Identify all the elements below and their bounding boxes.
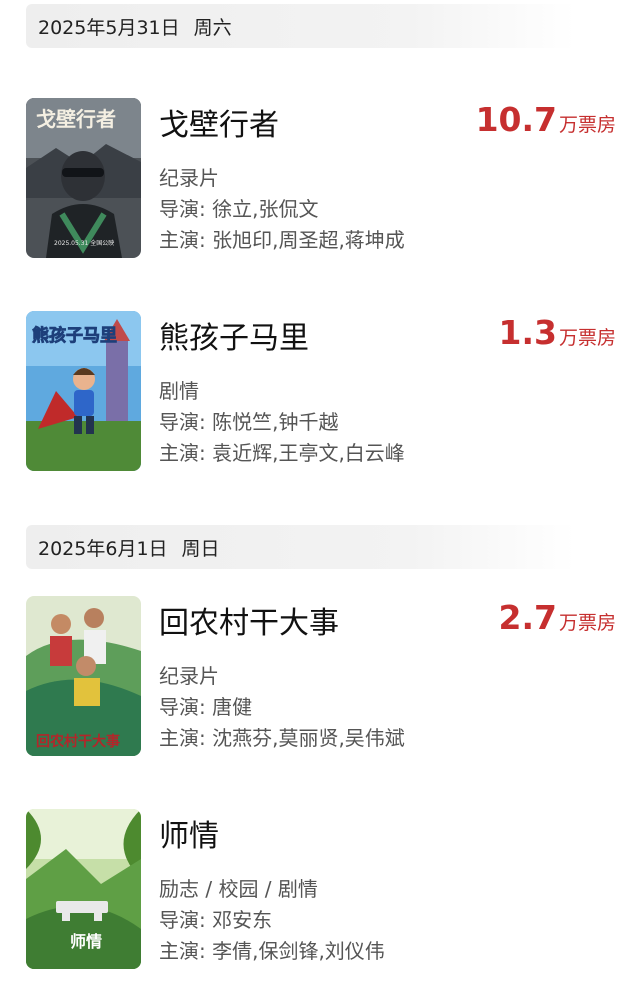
- movie-item[interactable]: 回农村干大事 回农村干大事 2.7 万票房 纪录片 导演: 唐健 主演: 沈燕芬,…: [26, 596, 616, 756]
- movie-genre: 剧情: [159, 379, 199, 403]
- poster-title: 熊孩子马里: [32, 325, 117, 346]
- movie-director: 导演: 邓安东: [159, 908, 273, 932]
- box-office-unit: 万票房: [558, 114, 616, 136]
- movie-item[interactable]: 熊孩子马里 熊孩子马里 1.3 万票房 剧情 导演: 陈悦竺,钟千越 主演: 袁近…: [26, 311, 616, 471]
- poster-title: 师情: [70, 932, 102, 951]
- movie-genre: 纪录片: [159, 166, 219, 190]
- movie-director: 导演: 陈悦竺,钟千越: [159, 410, 339, 434]
- poster-title: 回农村干大事: [36, 733, 120, 750]
- poster-image: 师情: [26, 809, 141, 969]
- box-office: 1.3 万票房: [499, 313, 616, 352]
- date-label: 2025年5月31日: [38, 16, 180, 39]
- box-office-value: 10.7: [475, 100, 557, 139]
- weekday-label: 周六: [193, 16, 232, 39]
- poster-caption: 2025.05.31 全国公映: [54, 239, 114, 247]
- movie-cast: 主演: 袁近辉,王亭文,白云峰: [159, 441, 405, 465]
- movie-genre: 励志 / 校园 / 剧情: [159, 877, 318, 901]
- weekday-label: 周日: [181, 537, 220, 560]
- movie-item[interactable]: 师情 师情 励志 / 校园 / 剧情 导演: 邓安东 主演: 李倩,保剑锋,刘仪…: [26, 809, 616, 969]
- movie-item[interactable]: 戈壁行者 2025.05.31 全国公映 戈壁行者 10.7 万票房 纪录片 导演…: [26, 98, 616, 258]
- box-office-unit: 万票房: [558, 612, 616, 634]
- movie-director: 导演: 唐健: [159, 695, 253, 719]
- movie-title[interactable]: 戈壁行者: [159, 100, 279, 144]
- movie-title[interactable]: 回农村干大事: [159, 598, 339, 642]
- poster-image: 熊孩子马里: [26, 311, 141, 471]
- movie-title[interactable]: 师情: [159, 811, 219, 855]
- box-office-value: 2.7: [498, 598, 557, 637]
- box-office: 2.7 万票房: [499, 598, 616, 637]
- movie-cast: 主演: 张旭印,周圣超,蒋坤成: [159, 228, 405, 252]
- movie-cast: 主演: 李倩,保剑锋,刘仪伟: [159, 939, 385, 963]
- date-header: 2025年5月31日 周六: [26, 4, 576, 48]
- movie-poster[interactable]: 回农村干大事: [26, 596, 141, 756]
- box-office-value: 1.3: [498, 313, 557, 352]
- date-header: 2025年6月1日 周日: [26, 525, 576, 569]
- movie-poster[interactable]: 戈壁行者 2025.05.31 全国公映: [26, 98, 141, 258]
- box-office-unit: 万票房: [558, 327, 616, 349]
- box-office: 10.7 万票房: [476, 100, 616, 139]
- movie-genre: 纪录片: [159, 664, 219, 688]
- date-label: 2025年6月1日: [38, 537, 168, 560]
- movie-poster[interactable]: 师情: [26, 809, 141, 969]
- poster-image: 回农村干大事: [26, 596, 141, 756]
- movie-director: 导演: 徐立,张侃文: [159, 197, 319, 221]
- movie-cast: 主演: 沈燕芬,莫丽贤,吴伟斌: [159, 726, 405, 750]
- movie-title[interactable]: 熊孩子马里: [159, 313, 309, 357]
- movie-poster[interactable]: 熊孩子马里: [26, 311, 141, 471]
- poster-image: 戈壁行者 2025.05.31 全国公映: [26, 98, 141, 258]
- poster-title: 戈壁行者: [36, 107, 116, 131]
